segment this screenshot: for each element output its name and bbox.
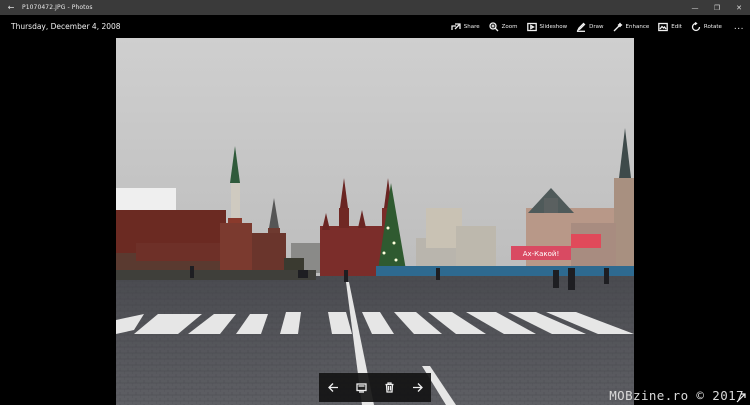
edit-button[interactable]: Edit [658, 22, 682, 32]
rotate-label: Rotate [703, 23, 722, 30]
rink-sign: Ах-Какой! [523, 250, 560, 258]
zoom-label: Zoom [501, 23, 518, 30]
share-button[interactable]: Share [451, 22, 480, 32]
slideshow-nav-button[interactable] [351, 378, 371, 398]
delete-button[interactable] [379, 378, 399, 398]
more-icon: ... [733, 21, 744, 32]
enhance-button[interactable]: Enhance [613, 22, 650, 32]
command-bar: Thursday, December 4, 2008 Share Zoom Sl… [0, 15, 750, 38]
rotate-button[interactable]: Rotate [691, 21, 722, 32]
slideshow-label: Slideshow [539, 23, 568, 30]
more-options-button[interactable]: ... [734, 22, 744, 32]
window-title: P1070472.JPG - Photos [22, 4, 93, 11]
edit-icon [658, 22, 669, 31]
zoom-button[interactable]: Zoom [488, 21, 518, 32]
window-controls: — ❐ ✕ [684, 0, 750, 15]
watermark-text: MOBzine.ro © 2017 [609, 388, 744, 403]
enhance-label: Enhance [625, 23, 650, 30]
previous-button[interactable] [323, 378, 343, 398]
share-icon [451, 22, 461, 30]
red-square-photo: Ах-Какой! [116, 38, 634, 405]
title-bar: ← P1070472.JPG - Photos — ❐ ✕ [0, 0, 750, 15]
restore-icon[interactable]: ❐ [706, 0, 728, 15]
slideshow-button[interactable]: Slideshow [526, 22, 568, 32]
toolbar-actions: Share Zoom Slideshow Draw Enhance Edit R… [442, 15, 744, 38]
slideshow-icon [355, 383, 367, 393]
close-icon[interactable]: ✕ [728, 0, 750, 15]
share-label: Share [463, 23, 480, 30]
photo-date: Thursday, December 4, 2008 [11, 22, 121, 31]
draw-label: Draw [589, 23, 604, 30]
minimize-icon[interactable]: — [684, 0, 706, 15]
enhance-icon [613, 22, 622, 31]
back-arrow-icon[interactable]: ← [0, 3, 22, 12]
draw-button[interactable]: Draw [576, 22, 604, 32]
rotate-icon [691, 21, 701, 31]
delete-icon [385, 382, 393, 393]
photo-viewer: Ах-Какой! [0, 38, 750, 405]
zoom-icon [488, 21, 499, 31]
previous-arrow-icon [327, 383, 338, 392]
expand-button[interactable] [736, 388, 746, 403]
next-button[interactable] [407, 378, 427, 398]
photo-image[interactable]: Ах-Какой! [116, 38, 634, 405]
edit-label: Edit [671, 23, 682, 30]
slideshow-icon [526, 22, 537, 31]
expand-icon [736, 393, 746, 403]
photo-navigation [319, 373, 431, 402]
next-arrow-icon [412, 383, 423, 392]
draw-icon [576, 22, 586, 32]
